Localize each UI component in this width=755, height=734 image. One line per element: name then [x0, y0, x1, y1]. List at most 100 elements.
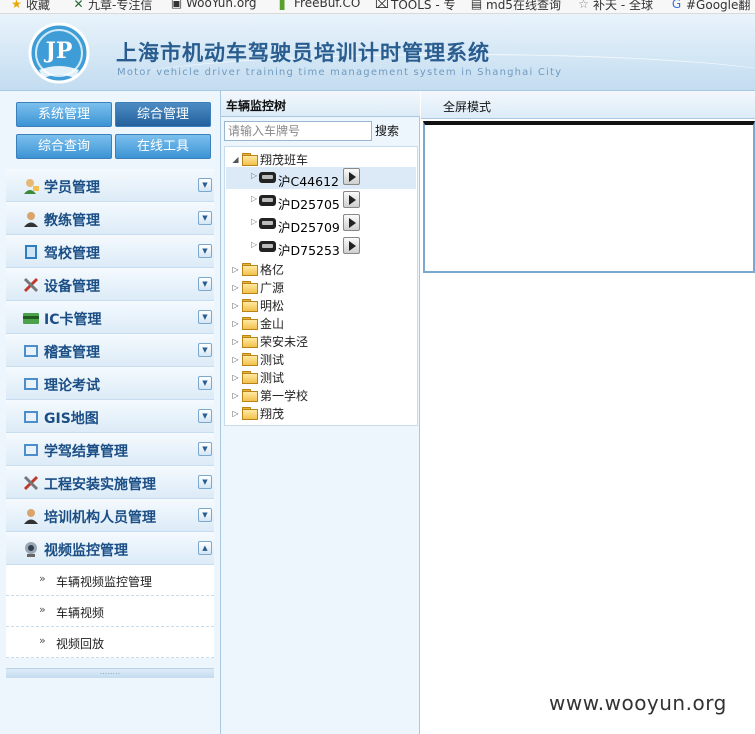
bookmark-item[interactable]: ★ 收藏: [10, 0, 50, 13]
star-icon: ★: [11, 0, 22, 11]
submenu-video-playback[interactable]: » 视频回放: [6, 627, 214, 658]
chevron-down-icon[interactable]: ▼: [198, 244, 212, 258]
chevron-up-icon[interactable]: ▲: [198, 541, 212, 555]
collapsed-triangle-icon[interactable]: ▷: [231, 373, 240, 382]
menu-inspection[interactable]: 稽查管理 ▼: [6, 334, 214, 367]
tree-node-folder[interactable]: ▷ 格亿: [231, 260, 284, 278]
system-manage-button[interactable]: 系统管理: [16, 102, 112, 127]
online-tools-button[interactable]: 在线工具: [115, 134, 211, 159]
fullscreen-button[interactable]: 全屏模式: [443, 98, 491, 115]
video-panel: 全屏模式: [421, 91, 755, 734]
google-icon: G: [671, 0, 682, 11]
menu-installation[interactable]: 工程安装实施管理 ▼: [6, 466, 214, 499]
tree-node-folder[interactable]: ▷ 第一学校: [231, 386, 308, 404]
folder-icon: [242, 407, 258, 420]
chevron-down-icon[interactable]: ▼: [198, 277, 212, 291]
tree-node-folder[interactable]: ▷ 荣安未泾: [231, 332, 308, 350]
tree-title: 车辆监控树: [226, 99, 287, 113]
document-icon: [22, 375, 40, 393]
collapsed-triangle-icon[interactable]: ▷: [231, 301, 240, 310]
wooyun-icon: ▣: [170, 0, 183, 10]
play-icon[interactable]: [343, 214, 360, 231]
chevron-down-icon[interactable]: ▼: [198, 310, 212, 324]
bookmark-item[interactable]: ✕ 九章-专注信: [72, 0, 152, 13]
bookmark-item[interactable]: G #Google翻: [670, 0, 751, 13]
folder-icon: [242, 371, 258, 384]
double-chevron-right-icon: »: [39, 634, 46, 647]
bookmark-item[interactable]: ▤ md5在线查询: [470, 0, 561, 13]
menu-ic-card[interactable]: IC卡管理 ▼: [6, 301, 214, 334]
menu-settlement[interactable]: 学驾结算管理 ▼: [6, 433, 214, 466]
tree-node-folder[interactable]: ▷ 金山: [231, 314, 284, 332]
play-icon[interactable]: [343, 191, 360, 208]
menu-student[interactable]: 学员管理 ▼: [6, 169, 214, 202]
menu-device[interactable]: 设备管理 ▼: [6, 268, 214, 301]
vehicle-icon: [259, 218, 276, 229]
comprehensive-manage-button[interactable]: 综合管理: [115, 102, 211, 127]
tree-node-folder[interactable]: ▷ 测试: [231, 350, 284, 368]
chevron-down-icon[interactable]: ▼: [198, 376, 212, 390]
bookmark-item[interactable]: ▌ FreeBuf.CO: [278, 0, 360, 10]
bookmark-item[interactable]: ⌧ TOOLS - 专: [375, 0, 455, 13]
vehicle-icon: [259, 241, 276, 252]
vehicle-node[interactable]: ▷ 沪D25705: [226, 190, 416, 212]
folder-icon: [242, 335, 258, 348]
chevron-down-icon[interactable]: ▼: [198, 178, 212, 192]
tree-node-root[interactable]: ◢ 翔茂班车: [231, 150, 308, 168]
chinese-knot-icon: ✕: [73, 0, 84, 11]
folder-icon: [242, 263, 258, 276]
tree-node-folder[interactable]: ▷ 测试: [231, 368, 284, 386]
folder-icon: [242, 353, 258, 366]
plate-search-input[interactable]: [224, 121, 372, 141]
vehicle-node[interactable]: ▷ 沪D25709: [226, 213, 416, 235]
folder-icon: [242, 389, 258, 402]
menu-resize-handle[interactable]: ........: [6, 668, 214, 678]
coach-icon: [22, 210, 40, 228]
submenu-vehicle-video[interactable]: » 车辆视频: [6, 596, 214, 627]
search-button[interactable]: 搜索: [375, 122, 399, 139]
play-icon[interactable]: [343, 168, 360, 185]
collapsed-triangle-icon[interactable]: ▷: [231, 337, 240, 346]
bookmark-item[interactable]: ☆ 补天 - 全球: [577, 0, 653, 13]
tree-node-folder[interactable]: ▷ 翔茂: [231, 404, 284, 422]
collapsed-triangle-icon[interactable]: ▷: [231, 409, 240, 418]
video-player-area[interactable]: [423, 121, 755, 273]
vehicle-node[interactable]: ▷ 沪D75253: [226, 236, 416, 258]
document-icon: [22, 441, 40, 459]
collapsed-triangle-icon[interactable]: ▷: [231, 319, 240, 328]
menu-theory-exam[interactable]: 理论考试 ▼: [6, 367, 214, 400]
menu-video-monitor[interactable]: 视频监控管理 ▲: [6, 532, 214, 565]
watermark: www.wooyun.org: [549, 691, 727, 715]
comprehensive-query-button[interactable]: 综合查询: [16, 134, 112, 159]
chevron-down-icon[interactable]: ▼: [198, 475, 212, 489]
vehicle-node[interactable]: ▷ 沪C44612: [226, 167, 416, 189]
folder-icon: [242, 281, 258, 294]
tree-node-folder[interactable]: ▷ 明松: [231, 296, 284, 314]
star-icon: ☆: [578, 0, 589, 11]
tree-node-folder[interactable]: ▷ 广源: [231, 278, 284, 296]
chevron-down-icon[interactable]: ▼: [198, 409, 212, 423]
folder-icon: [242, 317, 258, 330]
menu-gis-map[interactable]: GIS地图 ▼: [6, 400, 214, 433]
menu-staff[interactable]: 培训机构人员管理 ▼: [6, 499, 214, 532]
chevron-down-icon[interactable]: ▼: [198, 442, 212, 456]
student-icon: [22, 177, 40, 195]
md5-icon: ▤: [470, 0, 483, 11]
video-submenu: » 车辆视频监控管理 » 车辆视频 » 视频回放: [6, 565, 214, 658]
menu-coach[interactable]: 教练管理 ▼: [6, 202, 214, 235]
collapsed-triangle-icon[interactable]: ▷: [231, 265, 240, 274]
collapsed-triangle-icon[interactable]: ▷: [231, 391, 240, 400]
collapsed-triangle-icon[interactable]: ▷: [231, 355, 240, 364]
vehicle-icon: [259, 172, 276, 183]
bookmark-item[interactable]: ▣ WooYun.org: [170, 0, 257, 10]
expanded-triangle-icon[interactable]: ◢: [231, 155, 240, 164]
submenu-vehicle-video-monitor[interactable]: » 车辆视频监控管理: [6, 565, 214, 596]
chevron-down-icon[interactable]: ▼: [198, 343, 212, 357]
bookmarks-bar: ★ 收藏 ✕ 九章-专注信 ▣ WooYun.org ▌ FreeBuf.CO ⌧ TOO…: [0, 0, 755, 14]
play-icon[interactable]: [343, 237, 360, 254]
double-chevron-right-icon: »: [39, 572, 46, 585]
chevron-down-icon[interactable]: ▼: [198, 508, 212, 522]
collapsed-triangle-icon[interactable]: ▷: [231, 283, 240, 292]
chevron-down-icon[interactable]: ▼: [198, 211, 212, 225]
menu-school[interactable]: 驾校管理 ▼: [6, 235, 214, 268]
